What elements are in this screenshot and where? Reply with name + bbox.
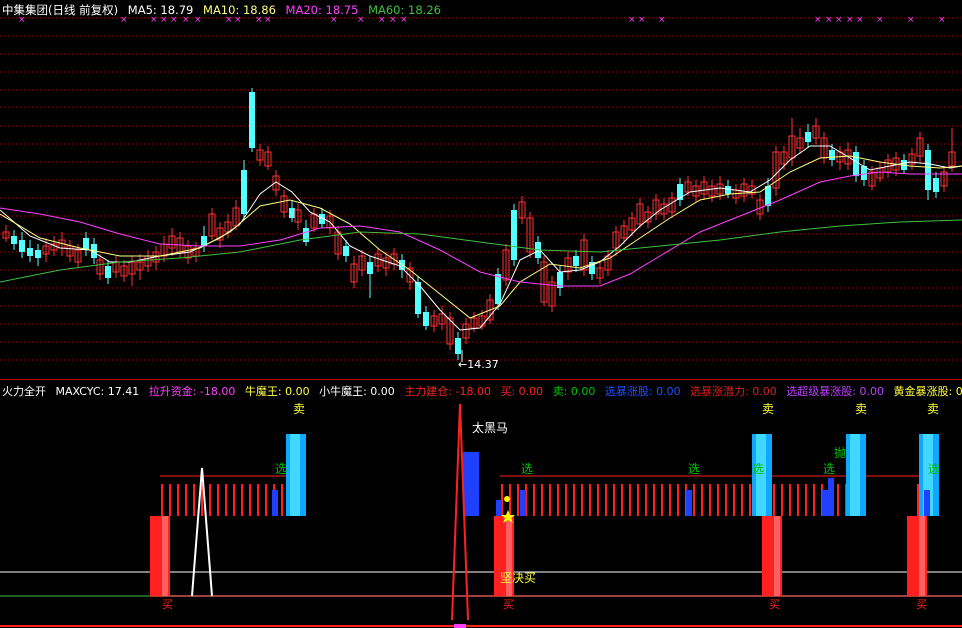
ma60-label: MA60: 18.26	[368, 3, 441, 17]
pick-label-6: 选	[928, 462, 941, 476]
top-mark: ×	[907, 15, 915, 25]
candle-body	[249, 92, 255, 148]
nmw-label: 牛魔王: 0.00	[244, 385, 310, 398]
candle-body	[19, 240, 25, 252]
candle-body	[925, 150, 931, 190]
candle-body	[423, 312, 429, 326]
blue-bar	[272, 490, 278, 516]
sell-value-label: 卖: 0.00	[552, 385, 596, 398]
buy-label-3: 买	[769, 598, 780, 611]
yellow-dot	[504, 496, 510, 502]
sell-label-2: 卖	[762, 402, 775, 416]
buy-label-2: 买	[503, 598, 514, 611]
candle-body	[35, 250, 41, 258]
spike-base	[454, 624, 466, 628]
firm-buy-label: 坚决买	[500, 571, 537, 585]
candle-body	[11, 236, 17, 244]
buy-value-label: 买: 0.00	[500, 385, 544, 398]
buy-label-4: 买	[916, 598, 927, 611]
lsz-label: 拉升资金: -18.00	[148, 385, 236, 398]
buy-block-shade	[774, 516, 780, 596]
ma10-label: MA10: 18.86	[203, 3, 276, 17]
sell-label-1: 卖	[293, 402, 306, 416]
sell-block-highlight	[850, 434, 860, 516]
blue-bar	[828, 478, 834, 516]
buy-block-shade	[919, 516, 925, 596]
candle-body	[805, 132, 811, 142]
pick-label-5: 选	[823, 462, 836, 476]
xnmw-label: 小牛魔王: 0.00	[319, 385, 395, 398]
ma20-label: MA20: 18.75	[285, 3, 359, 17]
blue-bar	[520, 490, 526, 516]
top-mark: ×	[856, 15, 864, 25]
candle-body	[289, 208, 295, 218]
top-mark: ×	[628, 15, 636, 25]
xbzql-label: 选暴涨潜力: 0.00	[690, 385, 777, 398]
indicator-name: 火力全开	[2, 385, 46, 398]
candle-body	[241, 170, 247, 214]
blue-bar	[686, 490, 692, 516]
blue-bar	[496, 500, 502, 516]
top-mark: ×	[835, 15, 843, 25]
xcjbz-label: 选超级暴涨股: 0.00	[786, 385, 884, 398]
pick-label-3: 选	[688, 462, 701, 476]
candle-body	[27, 248, 33, 256]
candle-body	[495, 274, 501, 304]
main-header: 中集集团(日线 前复权) MA5: 18.79 MA10: 18.86 MA20…	[2, 3, 447, 17]
pick-label-2: 选	[521, 462, 534, 476]
main-bg	[0, 0, 962, 380]
dark-horse-bar	[463, 452, 479, 516]
indicator-header: 火力全开 MAXCYC: 17.41 拉升资金: -18.00 牛魔王: 0.0…	[2, 385, 962, 399]
candle-body	[511, 210, 517, 260]
candle-body	[765, 186, 771, 206]
candle-body	[83, 238, 89, 250]
top-mark: ×	[658, 15, 666, 25]
sell-label-3: 卖	[855, 402, 868, 416]
pick-label-4: 选	[752, 462, 765, 476]
indicator-bg	[0, 380, 962, 628]
candle-body	[829, 150, 835, 160]
low-price-marker: ←14.37	[458, 358, 499, 371]
blue-bar	[822, 490, 828, 516]
candle-body	[725, 186, 731, 194]
zljc-label: 主力建仓: -18.00	[404, 385, 491, 398]
stock-title: 中集集团(日线 前复权)	[2, 3, 119, 17]
xbzg-label: 选暴涨股: 0.00	[604, 385, 681, 398]
sell-block-highlight	[290, 434, 300, 516]
buy-label-1: 买	[162, 598, 173, 611]
candle-body	[367, 262, 373, 274]
top-mark: ×	[876, 15, 884, 25]
top-mark: ×	[814, 15, 822, 25]
sell-label-4: 卖	[927, 402, 940, 416]
top-mark: ×	[638, 15, 646, 25]
top-mark: ×	[846, 15, 854, 25]
candle-body	[455, 338, 461, 354]
candle-body	[105, 266, 111, 278]
candle-body	[933, 178, 939, 192]
stock-chart-window[interactable]: × × × × × × × × × × × × × × × × × × × × × × × × × × × 中集集团(日线 前复权)…	[0, 0, 962, 628]
top-mark: ×	[825, 15, 833, 25]
hjbz-label: 黄金暴涨股: 0.00	[893, 385, 962, 398]
candle-body	[573, 256, 579, 266]
top-mark: ×	[938, 15, 946, 25]
maxcyc-label: MAXCYC: 17.41	[55, 385, 140, 398]
candle-body	[343, 246, 349, 256]
blue-bar	[924, 490, 930, 516]
buy-block-shade	[162, 516, 168, 596]
candle-body	[853, 152, 859, 176]
pick-label-1: 选	[275, 462, 288, 476]
throw-label: 抛	[834, 446, 847, 460]
ma5-label: MA5: 18.79	[127, 3, 194, 17]
dark-horse-label: 太黑马	[472, 421, 509, 435]
price-chart[interactable]: × × × × × × × × × × × × × × × × × × × × × × × × × × ×	[0, 0, 962, 380]
indicator-chart[interactable]	[0, 380, 962, 628]
